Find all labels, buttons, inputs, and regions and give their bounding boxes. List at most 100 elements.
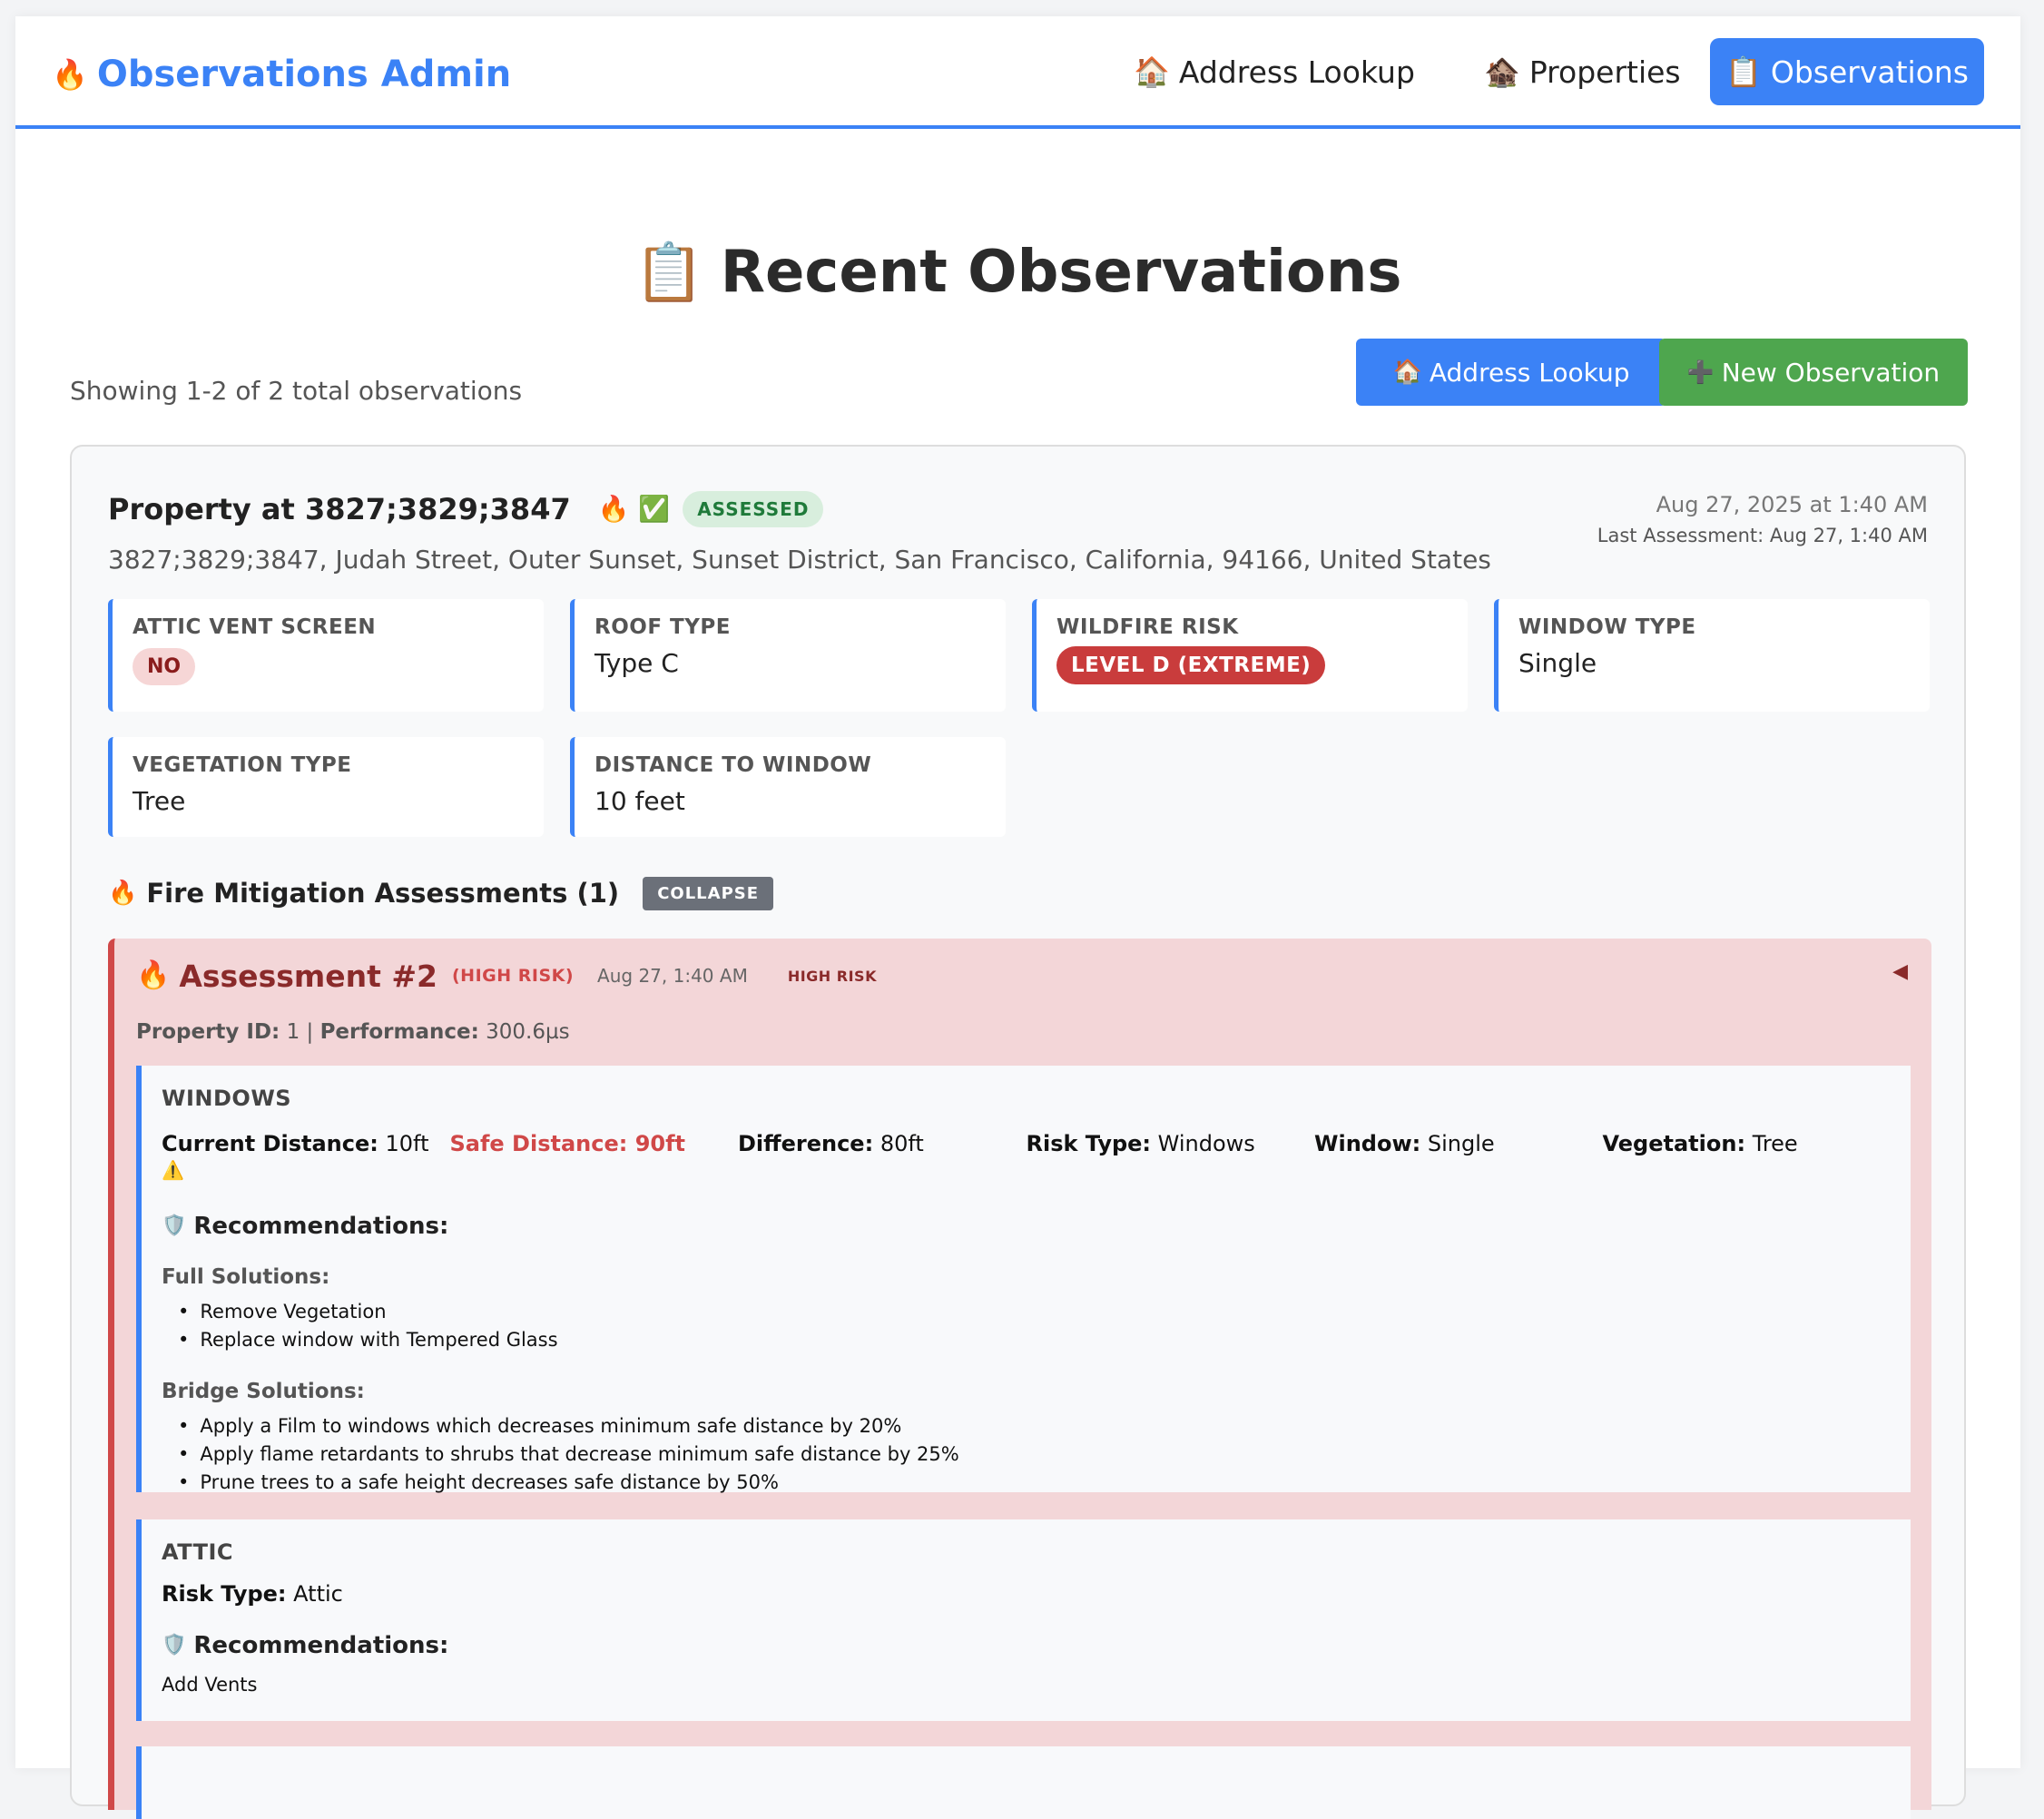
status-icons: 🔥 ✅ (597, 494, 671, 524)
fire-icon: 🔥 (108, 880, 138, 907)
page-container: 🔥 Observations Admin 🏠 Address Lookup 🏚️… (15, 16, 2020, 1819)
nav-properties-label: Properties (1528, 54, 1681, 90)
safe-distance: Safe Distance: 90ft (449, 1131, 686, 1156)
risk-block-title: WINDOWS (162, 1086, 292, 1111)
last-assessment: Last Assessment: Aug 27, 1:40 AM (1597, 525, 1928, 546)
full-solutions-heading: Full Solutions: (162, 1265, 330, 1289)
house-icon: 🏠 (1134, 54, 1170, 89)
clipboard-icon: 📋 (634, 239, 704, 305)
page-title-text: Recent Observations (720, 239, 1402, 306)
difference-label: Difference: (738, 1131, 874, 1156)
recommendations-label: Recommendations: (193, 1632, 449, 1659)
recommendation-text: Add Vents (162, 1674, 258, 1696)
field-label: DISTANCE TO WINDOW (595, 753, 872, 777)
risk-type-label: Risk Type: (1026, 1131, 1152, 1156)
fire-icon: 🔥 (136, 959, 171, 991)
risk-type: Risk Type: Attic (162, 1581, 343, 1607)
new-observation-button-label: New Observation (1721, 357, 1941, 388)
vegetation-value: Tree (1752, 1131, 1798, 1156)
risk-block-title: ATTIC (162, 1539, 234, 1565)
clipboard-icon: 📋 (1725, 54, 1762, 89)
property-id-value: 1 (286, 1020, 300, 1044)
recommendations-heading: 🛡️ Recommendations: (162, 1213, 1891, 1240)
property-address: 3827;3829;3847, Judah Street, Outer Suns… (108, 545, 1491, 575)
observation-date: Aug 27, 2025 at 1:40 AM (1656, 492, 1928, 517)
risk-block-next (136, 1746, 1911, 1819)
assessment-date: Aug 27, 1:40 AM (597, 965, 748, 987)
status-badge: ASSESSED (683, 491, 824, 527)
difference: Difference: 80ft (738, 1131, 1027, 1182)
assessment-meta: Property ID: 1 | Performance: 300.6µs (136, 1020, 570, 1044)
nav-address-lookup[interactable]: 🏠 Address Lookup (1112, 38, 1437, 105)
recommendations-label: Recommendations: (193, 1213, 449, 1240)
fire-icon: 🔥 (52, 57, 88, 92)
nav-address-lookup-label: Address Lookup (1178, 54, 1415, 90)
shield-icon: 🛡️ (162, 1634, 187, 1657)
fire-mitigation-heading: 🔥 Fire Mitigation Assessments (1) COLLAP… (108, 875, 774, 911)
new-observation-button[interactable]: ➕ New Observation (1659, 339, 1968, 406)
field-value: Tree (133, 786, 186, 816)
property-title: Property at 3827;3829;3847 (108, 492, 571, 526)
field-label: ATTIC VENT SCREEN (133, 615, 377, 639)
address-lookup-button-label: Address Lookup (1429, 357, 1630, 388)
risk-details-row: Risk Type: Attic (162, 1581, 1891, 1607)
collapse-button[interactable]: COLLAPSE (643, 876, 774, 910)
risk-details-row: Current Distance: 10ft ⚠️ Safe Distance:… (162, 1131, 1891, 1182)
performance-label: Performance: (319, 1020, 479, 1044)
assessment-header[interactable]: 🔥 Assessment #2 (HIGH RISK) Aug 27, 1:40… (136, 951, 877, 1000)
observation-card: Property at 3827;3829;3847 🔥 ✅ ASSESSED … (70, 445, 1966, 1819)
assessment-title: Assessment #2 (179, 958, 437, 994)
risk-type: Risk Type: Windows (1027, 1131, 1315, 1182)
list-item: Prune trees to a safe height decreases s… (178, 1469, 1891, 1497)
field-value: 10 feet (595, 786, 685, 816)
assessment-panel: 🔥 Assessment #2 (HIGH RISK) Aug 27, 1:40… (108, 939, 1931, 1819)
field-label: VEGETATION TYPE (133, 753, 352, 777)
derelict-house-icon: 🏚️ (1484, 54, 1520, 89)
attic-vent-badge: NO (133, 648, 196, 685)
window-label: Window: (1314, 1131, 1421, 1156)
field-roof-type: ROOF TYPE Type C (570, 599, 1006, 712)
current-distance-value: 10ft (385, 1131, 429, 1156)
fire-mitigation-title: Fire Mitigation Assessments (1) (146, 878, 620, 909)
list-item: Replace window with Tempered Glass (178, 1326, 1891, 1354)
field-window-type: WINDOW TYPE Single (1494, 599, 1930, 712)
bridge-solutions-heading: Bridge Solutions: (162, 1380, 365, 1403)
risk-type-value: Windows (1157, 1131, 1255, 1156)
plus-icon: ➕ (1686, 359, 1715, 385)
field-value: Single (1518, 648, 1597, 678)
full-solutions-list: Remove Vegetation Replace window with Te… (178, 1298, 1891, 1354)
list-item: Apply flame retardants to shrubs that de… (178, 1440, 1891, 1469)
field-distance-to-window: DISTANCE TO WINDOW 10 feet (570, 737, 1006, 837)
risk-type-label: Risk Type: (162, 1581, 287, 1607)
window-value: Single (1427, 1131, 1495, 1156)
risk-block-windows: WINDOWS Current Distance: 10ft ⚠️ Safe D… (136, 1066, 1911, 1493)
risk-type-value: Attic (293, 1581, 343, 1607)
list-item: Apply a Film to windows which decreases … (178, 1412, 1891, 1440)
field-value: Type C (595, 648, 679, 678)
brand-logo[interactable]: 🔥 Observations Admin (52, 47, 511, 102)
current-distance-label: Current Distance: (162, 1131, 378, 1156)
nav-observations[interactable]: 📋 Observations (1710, 38, 1984, 105)
list-item: Remove Vegetation (178, 1298, 1891, 1326)
page-title: 📋 Recent Observations (15, 227, 2020, 318)
field-label: WINDOW TYPE (1518, 615, 1696, 639)
assessment-risk-tag: HIGH RISK (787, 967, 877, 985)
field-attic-vent-screen: ATTIC VENT SCREEN NO (108, 599, 544, 712)
risk-block-attic: ATTIC Risk Type: Attic 🛡️ Recommendation… (136, 1519, 1911, 1721)
observation-count: Showing 1-2 of 2 total observations (70, 375, 523, 406)
navbar: 🔥 Observations Admin 🏠 Address Lookup 🏚️… (15, 16, 2020, 129)
difference-value: 80ft (880, 1131, 924, 1156)
nav-observations-label: Observations (1770, 54, 1969, 90)
field-wildfire-risk: WILDFIRE RISK LEVEL D (EXTREME) (1032, 599, 1468, 712)
vegetation-label: Vegetation: (1602, 1131, 1746, 1156)
window: Window: Single (1314, 1131, 1603, 1182)
nav-properties[interactable]: 🏚️ Properties (1462, 38, 1703, 105)
wildfire-risk-badge: LEVEL D (EXTREME) (1056, 646, 1326, 684)
performance-value: 300.6µs (486, 1020, 570, 1044)
brand-title: Observations Admin (96, 54, 512, 95)
field-vegetation-type: VEGETATION TYPE Tree (108, 737, 544, 837)
current-distance: Current Distance: 10ft ⚠️ (162, 1131, 450, 1182)
field-label: WILDFIRE RISK (1056, 615, 1239, 639)
address-lookup-button[interactable]: 🏠 Address Lookup (1356, 339, 1666, 406)
caret-left-icon[interactable]: ◀ (1892, 960, 1908, 983)
